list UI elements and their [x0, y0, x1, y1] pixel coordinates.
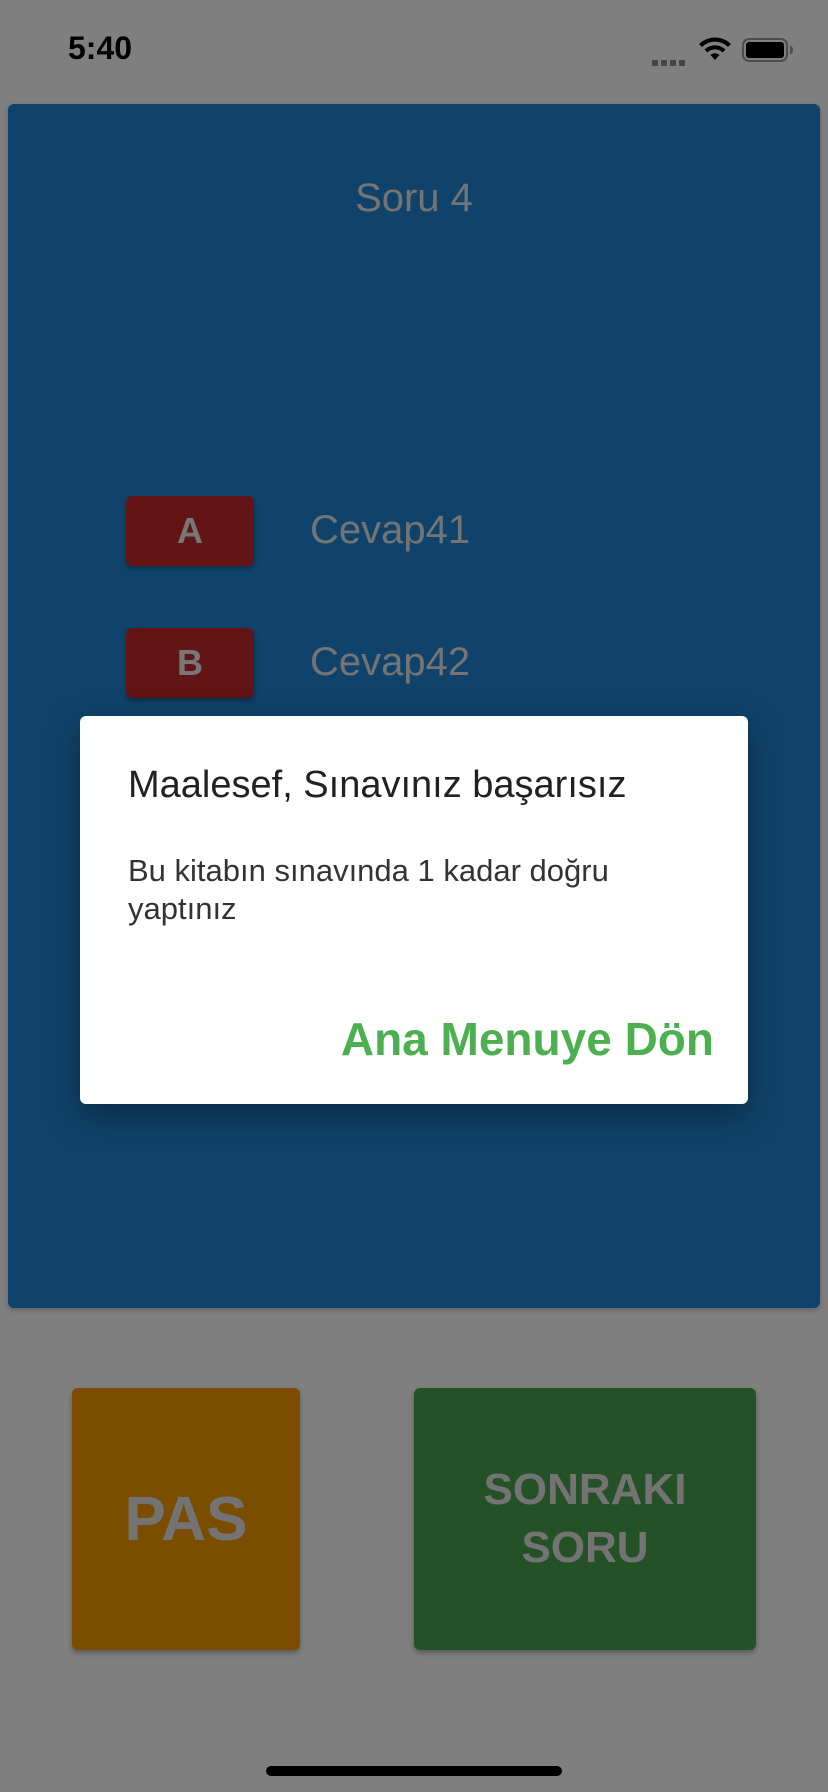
dialog-title: Maalesef, Sınavınız başarısız [128, 764, 627, 806]
return-to-main-menu-button[interactable]: Ana Menuye Dön [341, 1012, 714, 1066]
home-indicator[interactable] [266, 1766, 562, 1776]
dialog-message: Bu kitabın sınavında 1 kadar doğru yaptı… [128, 853, 609, 926]
result-dialog: Maalesef, Sınavınız başarısız Bu kitabın… [80, 716, 748, 1104]
quiz-screen: 5:40 Soru 4 A Cevap41 B Cevap [0, 0, 828, 1792]
